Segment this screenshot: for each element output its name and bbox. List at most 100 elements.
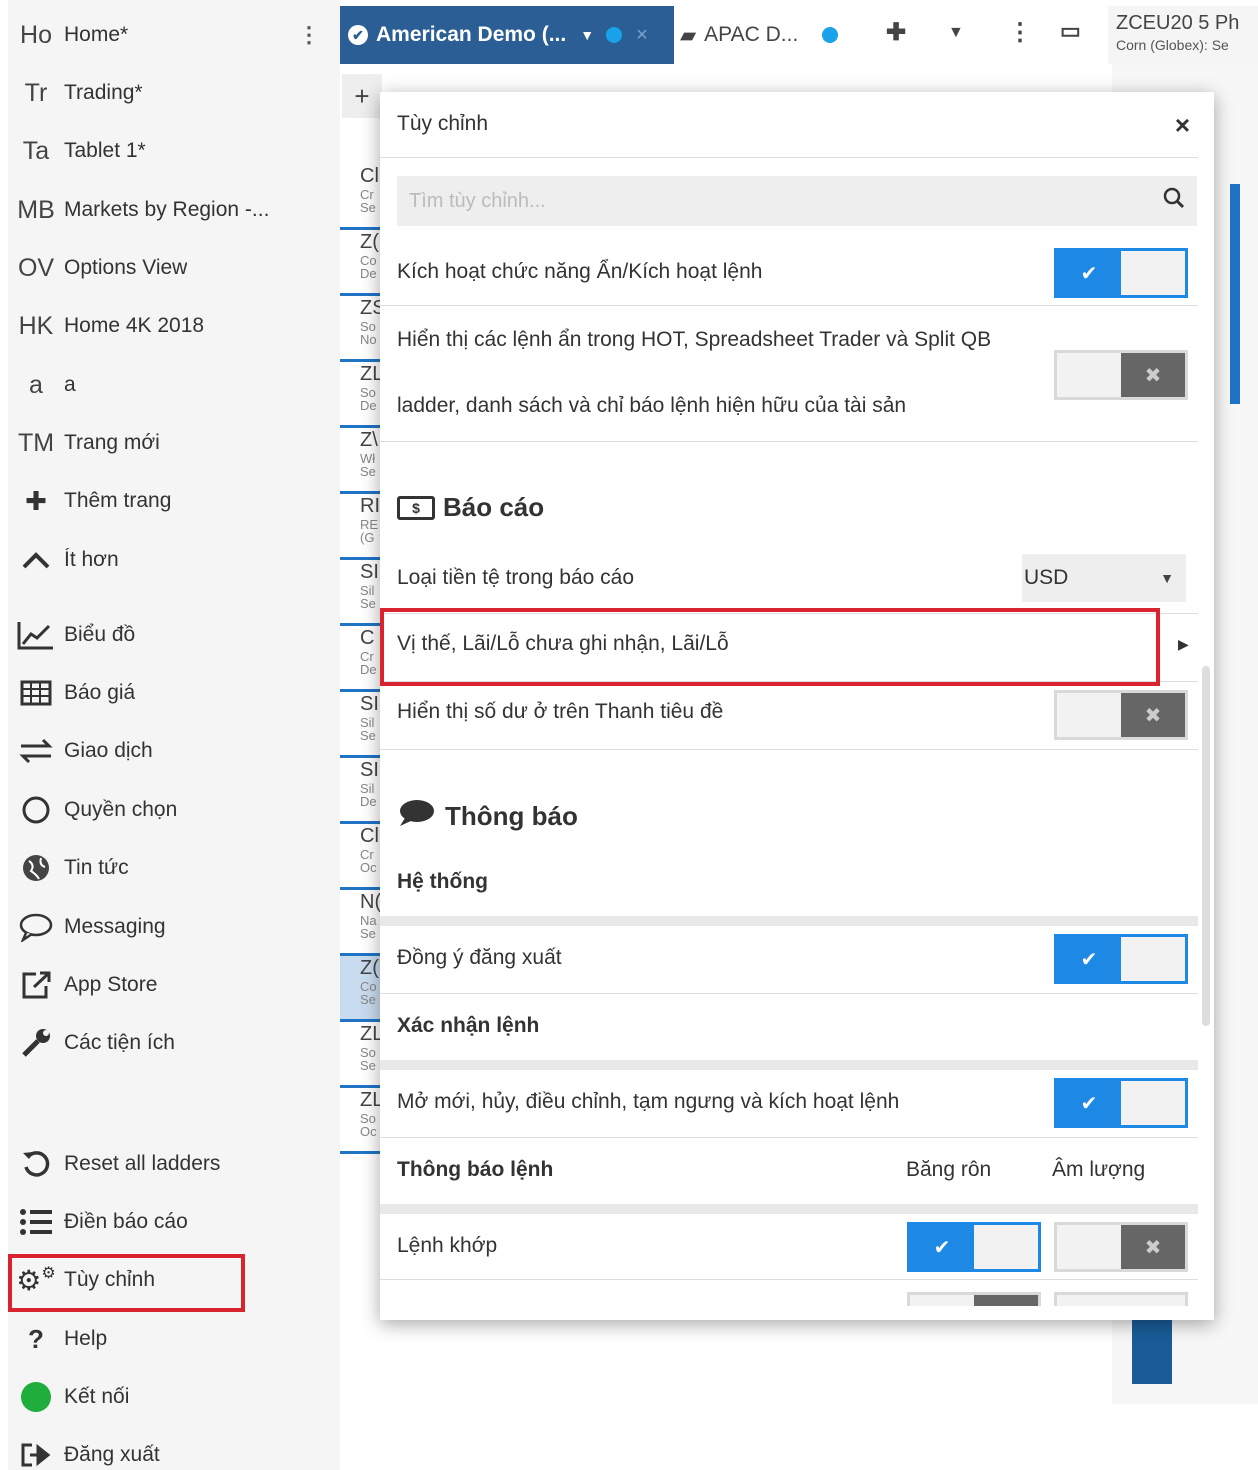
symbol-code: ZS (360, 297, 382, 319)
sidebar-item-reset-ladders[interactable]: Reset all ladders (8, 1135, 340, 1193)
sidebar-item-label: Báo giá (64, 681, 136, 704)
setting-row-balance: Hiển thị số dư ở trên Thanh tiêu đề ✖ (380, 682, 1198, 750)
page-abbr: HK (18, 311, 54, 340)
caret-down-icon[interactable]: ▼ (580, 27, 594, 43)
swap-icon (8, 738, 64, 764)
tab-apac[interactable]: ▰ APAC D... (680, 6, 839, 64)
page-abbr: Ta (22, 136, 50, 165)
page-abbr: TM (17, 428, 55, 457)
sidebar-item-connection[interactable]: Kết nối (8, 1368, 340, 1426)
background-symbol-row: Cl Cr Se (340, 164, 382, 230)
currency-select[interactable]: USD ▼ (1022, 554, 1186, 602)
symbol-desc: Sil De (360, 781, 377, 809)
kebab-menu-icon[interactable]: ⋮ (1008, 18, 1032, 47)
setting-label: Đồng ý đăng xuất (397, 946, 562, 969)
sidebar-item-messaging[interactable]: Messaging (8, 898, 340, 956)
symbol-desc: Cr Se (360, 187, 376, 215)
page-abbr: MB (17, 195, 55, 224)
setting-label: Mở mới, hủy, điều chỉnh, tạm ngưng và kí… (397, 1090, 900, 1113)
setting-row-hide-activate: Kích hoạt chức năng Ẩn/Kích hoạt lệnh ✔ (380, 240, 1198, 306)
check-icon: ✔ (1057, 251, 1121, 295)
page-icon: ▰ (680, 23, 697, 47)
setting-label: Hiển thị các lệnh ẩn trong HOT, Spreadsh… (397, 328, 992, 351)
add-widget-icon[interactable]: + (342, 74, 382, 118)
symbol-code: Z\ (360, 429, 378, 451)
tab-american-demo[interactable]: ✔ American Demo (... ▼ × (340, 6, 674, 64)
sidebar-item-trade[interactable]: Giao dịch (8, 722, 340, 780)
caret-down-icon: ▼ (1160, 570, 1174, 586)
page-abbr: Tr (24, 78, 48, 107)
sidebar-item-label: Điền báo cáo (64, 1210, 188, 1233)
settings-dialog: Tùy chỉnh × Kích hoạt chức năng Ẩn/Kích … (380, 92, 1214, 1320)
toggle-order-actions[interactable]: ✔ (1054, 1078, 1188, 1128)
background-symbol-row: ZL So De (340, 362, 382, 428)
symbol-code: Z( (360, 957, 379, 979)
tab-label: American Demo (... (376, 23, 567, 46)
search-icon[interactable] (1163, 187, 1185, 215)
dialog-scrollbar[interactable] (1202, 666, 1210, 1026)
window-icon[interactable]: ▭ (1060, 18, 1081, 44)
symbol-desc: Na Se (360, 913, 377, 941)
toggle-fill-banner[interactable]: ✔ (907, 1222, 1041, 1272)
sidebar-item-tablet[interactable]: Ta Tablet 1* (8, 122, 340, 180)
sidebar-item-add-page[interactable]: ✚ Thêm trang (8, 472, 340, 530)
sidebar-item-label: Home* (64, 23, 129, 46)
sidebar-item-label: Help (64, 1327, 108, 1350)
toggle-logout-confirm[interactable]: ✔ (1054, 934, 1188, 984)
sidebar-item-options[interactable]: Quyền chọn (8, 781, 340, 839)
status-dot-icon (8, 1382, 64, 1412)
sidebar-item-label: Trading* (64, 81, 143, 104)
group-label: Thông báo lệnh (397, 1158, 554, 1181)
sidebar-item-a[interactable]: a a (8, 356, 340, 414)
sidebar-item-app-store[interactable]: App Store (8, 956, 340, 1014)
sidebar-item-news[interactable]: Tin tức (8, 839, 340, 897)
sidebar-item-home[interactable]: Ho Home* ⋮ (8, 6, 340, 64)
sidebar-item-label: Home 4K 2018 (64, 314, 205, 337)
background-symbol-row: Cl Cr Oc (340, 824, 382, 890)
sidebar-item-new-page[interactable]: TM Trang mới (8, 414, 340, 472)
chat-bubble-icon (8, 912, 64, 942)
column-sound: Âm lượng (1052, 1158, 1146, 1181)
sidebar-item-utilities[interactable]: Các tiện ích (8, 1014, 340, 1072)
settings-search[interactable] (397, 176, 1197, 226)
symbol-code: Z( (360, 231, 379, 253)
kebab-menu-icon[interactable]: ⋮ (298, 22, 320, 48)
sidebar-item-trading[interactable]: Tr Trading* (8, 64, 340, 122)
sidebar-item-help[interactable]: ? Help (8, 1310, 340, 1368)
sidebar-item-label: a (64, 373, 76, 396)
section-report: $ Báo cáo (397, 492, 544, 523)
background-symbol-row: N(Na Se (340, 890, 382, 956)
sidebar-item-label: Thêm trang (64, 489, 172, 512)
external-link-icon (8, 970, 64, 1000)
chevron-up-icon (8, 550, 64, 570)
toggle-fill-sound[interactable]: ✖ (1054, 1222, 1188, 1272)
sidebar-item-home-4k[interactable]: HK Home 4K 2018 (8, 297, 340, 355)
sidebar-item-charts[interactable]: Biểu đồ (8, 606, 340, 664)
sidebar-item-options-view[interactable]: OV Options View (8, 239, 340, 297)
add-tab-icon[interactable]: ✚ (886, 18, 906, 47)
sidebar-item-label: Reset all ladders (64, 1152, 221, 1175)
sidebar-item-fill-report[interactable]: Điền báo cáo (8, 1193, 340, 1251)
sidebar-item-label: Ít hơn (64, 548, 119, 571)
sidebar-item-label: Markets by Region -... (64, 198, 270, 221)
symbol-code: N( (360, 891, 382, 913)
chevron-down-icon[interactable]: ▼ (948, 24, 964, 42)
sidebar-item-show-less[interactable]: Ít hơn (8, 531, 340, 589)
sidebar-item-logout[interactable]: Đăng xuất (8, 1426, 340, 1470)
symbol-desc: So Se (360, 1045, 376, 1073)
check-icon: ✔ (910, 1225, 974, 1269)
column-banner: Băng rôn (906, 1158, 992, 1181)
background-symbol-row: SI Sil Se (340, 560, 382, 626)
x-icon: ✖ (1121, 353, 1185, 397)
toggle-balance[interactable]: ✖ (1054, 690, 1188, 740)
symbol-code: Cl (360, 825, 379, 847)
toggle-hide-activate[interactable]: ✔ (1054, 248, 1188, 298)
setting-row-fill: Lệnh khớp ✔ ✖ (380, 1214, 1198, 1280)
close-icon[interactable]: × (636, 24, 648, 47)
sidebar-item-markets-by-region[interactable]: MB Markets by Region -... (8, 181, 340, 239)
list-icon (8, 1208, 64, 1236)
toggle-show-hidden-orders[interactable]: ✖ (1054, 350, 1188, 400)
symbol-desc: So Oc (360, 1111, 377, 1139)
search-input[interactable] (409, 189, 1129, 213)
sidebar-item-quotes[interactable]: Báo giá (8, 664, 340, 722)
